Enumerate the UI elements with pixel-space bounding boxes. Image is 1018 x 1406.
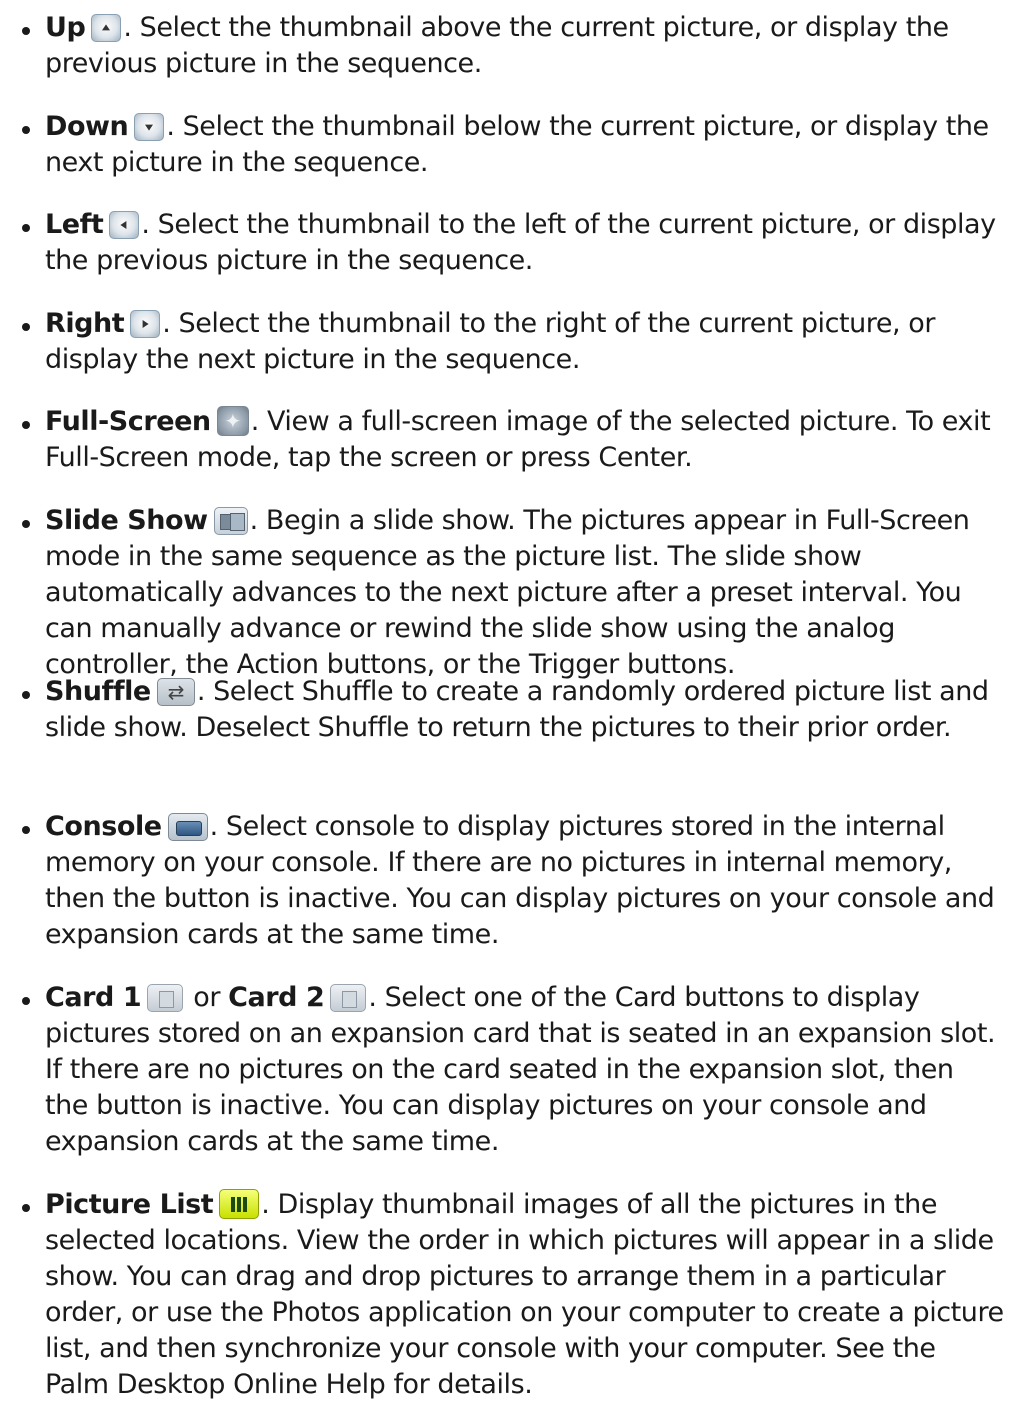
term-label-2: Card 2 xyxy=(228,982,325,1013)
term-label: Full-Screen xyxy=(45,406,211,437)
up-arrow-button-icon xyxy=(91,14,122,42)
term-label: Slide Show xyxy=(45,505,208,536)
description: . Display thumbnail images of all the pi… xyxy=(45,1189,1004,1400)
card-1-button-icon xyxy=(147,984,184,1012)
term-label: Console xyxy=(45,811,162,842)
left-arrow-button-icon xyxy=(109,211,140,239)
bullet xyxy=(22,691,30,699)
bullet xyxy=(22,1204,30,1212)
bullet xyxy=(22,997,30,1005)
bullet xyxy=(22,27,30,35)
bullet xyxy=(22,224,30,232)
bullet xyxy=(22,323,30,331)
card-2-button-icon xyxy=(330,984,367,1012)
term-label: Picture List xyxy=(45,1189,214,1220)
term-label: Right xyxy=(45,308,125,339)
term-label: Up xyxy=(45,12,86,43)
term-label: Shuffle xyxy=(45,676,151,707)
joiner-text: or xyxy=(185,982,229,1013)
term-label: Down xyxy=(45,111,129,142)
slide-show-button-icon xyxy=(213,507,248,535)
console-button-icon xyxy=(167,813,208,841)
right-arrow-button-icon xyxy=(130,310,161,338)
full-screen-button-icon xyxy=(216,406,249,436)
description: . Select the thumbnail to the right of t… xyxy=(45,308,935,375)
picture-list-button-icon xyxy=(219,1189,260,1219)
shuffle-button-icon xyxy=(156,678,195,706)
term-label: Card 1 xyxy=(45,982,142,1013)
bullet xyxy=(22,826,30,834)
bullet xyxy=(22,520,30,528)
bullet xyxy=(22,421,30,429)
down-arrow-button-icon xyxy=(134,113,165,141)
description: . Select the thumbnail to the left of th… xyxy=(45,209,996,276)
description: . Select the thumbnail below the current… xyxy=(45,111,989,178)
bullet xyxy=(22,126,30,134)
description: . Select the thumbnail above the current… xyxy=(45,12,949,79)
term-label: Left xyxy=(45,209,104,240)
